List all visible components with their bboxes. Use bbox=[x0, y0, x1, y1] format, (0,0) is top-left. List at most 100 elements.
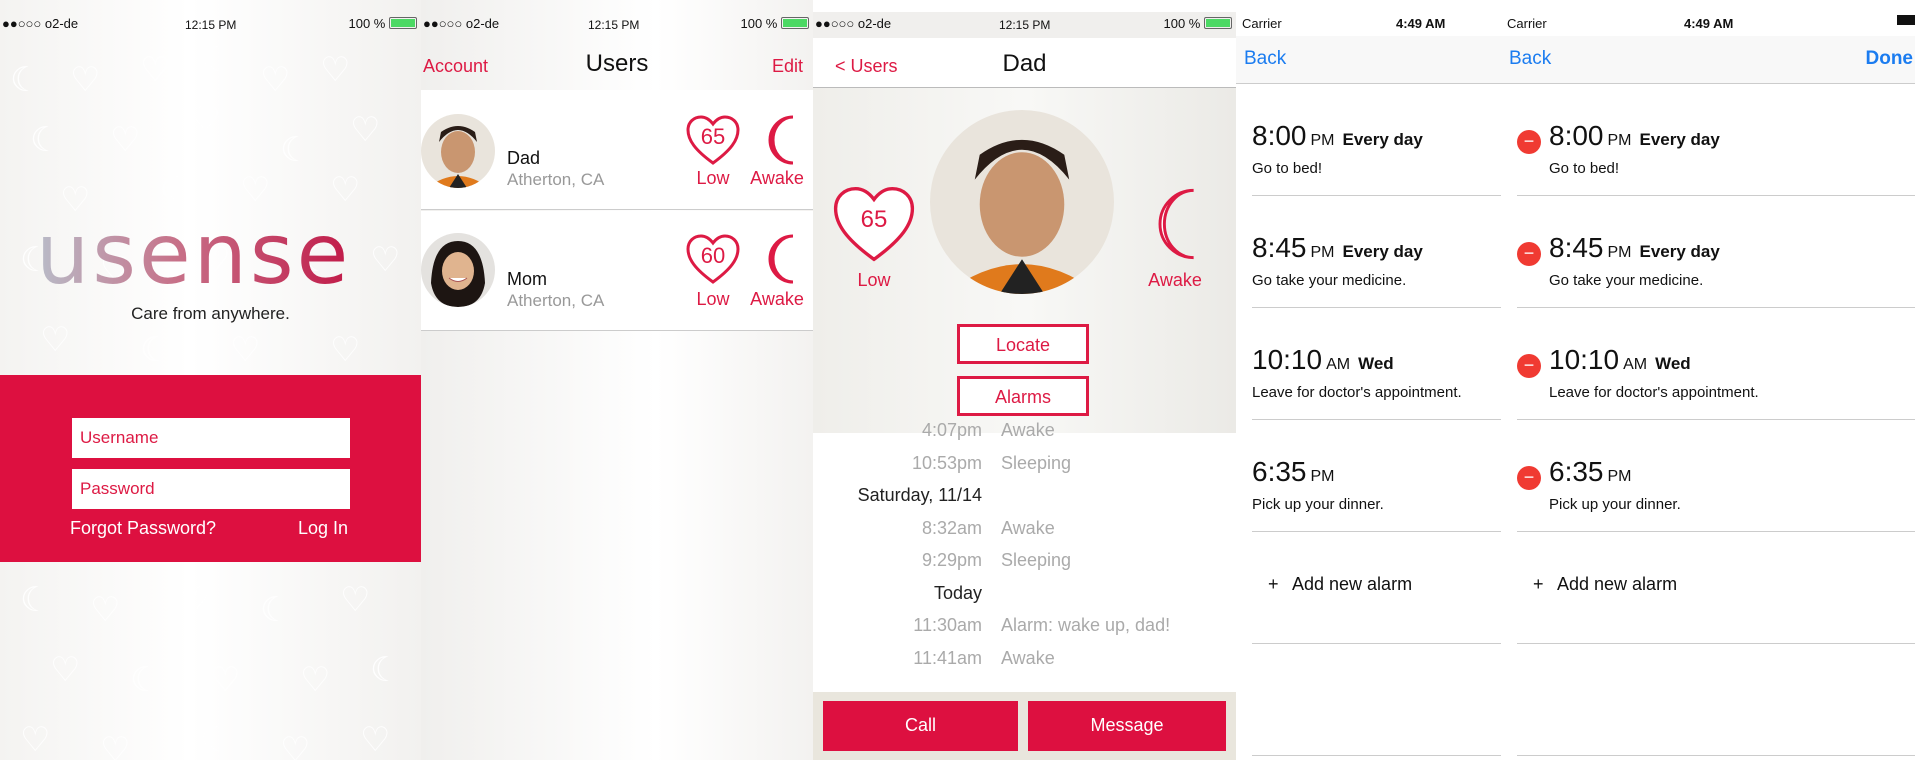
alarm-repeat: Wed bbox=[1655, 354, 1691, 373]
alarm-row[interactable]: −10:10 AM Wed Leave for doctor's appointmen… bbox=[1517, 308, 1915, 420]
history-time: 8:32am bbox=[921, 517, 982, 538]
moon-pattern-icon: ☾ bbox=[200, 41, 231, 79]
history-time: 9:29pm bbox=[921, 550, 982, 570]
heart-pattern-icon: ♡ bbox=[40, 321, 71, 359]
heart-pattern-icon: ♡ bbox=[190, 101, 221, 139]
moon-pattern-icon: ☾ bbox=[130, 661, 161, 699]
heart-pattern-icon: ♡ bbox=[320, 51, 351, 89]
locate-button[interactable]: Locate bbox=[957, 324, 1089, 364]
delete-alarm-icon[interactable]: − bbox=[1517, 130, 1541, 154]
alarm-ampm: PM bbox=[1310, 132, 1335, 149]
back-button[interactable]: Back bbox=[1244, 48, 1286, 70]
alarm-row[interactable]: −8:45 PM Every day Go take your medicine. bbox=[1517, 196, 1915, 308]
heart-pattern-icon: ♡ bbox=[280, 731, 311, 760]
alarm-ampm: AM bbox=[1326, 356, 1351, 373]
page-title: Users bbox=[585, 50, 649, 77]
users-screen: ●●○○○ o2-de 12:15 PM 100 % Account Users… bbox=[421, 0, 813, 760]
heart-rate-value: 60 bbox=[700, 243, 726, 268]
message-button[interactable]: Message bbox=[1028, 701, 1226, 751]
battery-icon bbox=[389, 17, 417, 29]
user-row-dad[interactable]: Dad Atherton, CA 65 Low Awake bbox=[421, 90, 813, 210]
alarm-repeat: Every day bbox=[1342, 242, 1423, 261]
alarms-button[interactable]: Alarms bbox=[957, 376, 1089, 416]
user-detail-screen: ●●○○○ o2-de 12:15 PM 100 % < Users Dad 6… bbox=[813, 0, 1236, 760]
moon-pattern-icon: ☾ bbox=[140, 331, 171, 369]
delete-alarm-icon[interactable]: − bbox=[1517, 354, 1541, 378]
heart-pattern-icon: ♡ bbox=[300, 661, 331, 699]
moon-pattern-icon: ☾ bbox=[10, 61, 41, 99]
alarm-time: 6:35 bbox=[1252, 456, 1307, 487]
state-label: Awake bbox=[750, 289, 804, 309]
alarm-ampm: PM bbox=[1607, 468, 1632, 485]
history-time: 11:41am bbox=[913, 647, 982, 668]
alarm-row[interactable]: 8:00 PM Every day Go to bed! bbox=[1252, 84, 1501, 196]
alarm-repeat: Every day bbox=[1639, 242, 1720, 261]
heart-pattern-icon: ♡ bbox=[110, 121, 141, 159]
add-alarm-row[interactable]: + Add new alarm bbox=[1252, 532, 1501, 644]
moon-icon bbox=[757, 114, 809, 171]
edit-button[interactable]: Edit bbox=[772, 56, 803, 77]
heart-pattern-icon: ♡ bbox=[70, 61, 101, 99]
login-screen: ☾♡♡☾♡♡☾♡♡☾♡♡☾♡♡☾♡♡☾♡♡☾♡♡☾♡♡☾♡♡☾♡♡☾♡♡☾♡♡ … bbox=[0, 0, 421, 760]
heart-rate-label: Low bbox=[857, 270, 891, 290]
heart-icon: 65 bbox=[831, 184, 917, 269]
alarm-time-line: 10:10 AM Wed bbox=[1549, 344, 1691, 376]
heart-rate-value: 65 bbox=[860, 206, 888, 233]
moon-icon bbox=[757, 233, 809, 290]
status-time: 12:15 PM bbox=[999, 18, 1051, 32]
moon-pattern-icon: ☾ bbox=[260, 591, 291, 629]
history-time: 11:30am bbox=[913, 615, 982, 635]
delete-alarm-icon[interactable]: − bbox=[1517, 466, 1541, 490]
alarm-label: Go take your medicine. bbox=[1252, 272, 1407, 289]
alarm-ampm: PM bbox=[1607, 132, 1632, 149]
add-new-alarm-label: Add new alarm bbox=[1292, 574, 1413, 594]
alarm-row[interactable]: 8:45 PM Every day Go take your medicine. bbox=[1252, 196, 1501, 308]
alarms-edit-screen: Carrier 4:49 AM Back Done −8:00 PM Every d… bbox=[1501, 0, 1915, 760]
plus-icon: + bbox=[1268, 574, 1279, 594]
add-alarm-row[interactable]: + Add new alarm bbox=[1517, 532, 1915, 644]
heart-pattern-icon: ♡ bbox=[340, 581, 371, 619]
user-location: Atherton, CA bbox=[507, 291, 605, 310]
history-time: 10:53pm bbox=[911, 452, 982, 473]
heart-pattern-icon: ♡ bbox=[330, 331, 361, 369]
alarm-ampm: PM bbox=[1310, 468, 1335, 485]
carrier-label: Carrier bbox=[1507, 16, 1547, 31]
heart-pattern-icon: ♡ bbox=[230, 331, 261, 369]
battery-icon bbox=[1204, 17, 1232, 29]
history-day: Saturday, 11/14 bbox=[857, 485, 982, 505]
heart-icon: 65 bbox=[685, 114, 741, 166]
nav-bar: Back bbox=[1236, 36, 1501, 84]
heart-pattern-icon: ♡ bbox=[240, 171, 271, 209]
alarm-time-line: 6:35 PM bbox=[1252, 456, 1343, 488]
delete-alarm-icon[interactable]: − bbox=[1517, 242, 1541, 266]
forgot-password-link[interactable]: Forgot Password? bbox=[70, 518, 216, 539]
alarm-row[interactable]: −8:00 PM Every day Go to bed! bbox=[1517, 84, 1915, 196]
moon-pattern-icon: ☾ bbox=[370, 651, 401, 689]
alarm-row[interactable]: −6:35 PM Pick up your dinner. bbox=[1517, 420, 1915, 532]
history-event: Awake bbox=[1001, 420, 1055, 440]
heart-pattern-icon: ♡ bbox=[330, 171, 361, 209]
call-button[interactable]: Call bbox=[823, 701, 1018, 751]
alarm-time: 6:35 bbox=[1549, 456, 1604, 487]
battery-percent: 100 % bbox=[740, 16, 778, 31]
login-button[interactable]: Log In bbox=[298, 518, 348, 539]
heart-pattern-icon: ♡ bbox=[50, 651, 81, 689]
history-time: 4:07pm bbox=[921, 420, 982, 440]
alarm-time: 8:45 bbox=[1549, 232, 1604, 263]
alarms-screen: Carrier 4:49 AM Back 8:00 PM Every day Go t… bbox=[1236, 0, 1501, 760]
done-button[interactable]: Done bbox=[1866, 48, 1914, 70]
history-event: Sleeping bbox=[1001, 452, 1072, 473]
alarm-repeat: Wed bbox=[1358, 354, 1394, 373]
history-event: Alarm: wake up, dad! bbox=[1001, 615, 1171, 635]
profile-avatar bbox=[930, 110, 1114, 294]
alarm-row[interactable]: 6:35 PM Pick up your dinner. bbox=[1252, 420, 1501, 532]
password-field[interactable]: Password bbox=[72, 469, 350, 509]
username-field[interactable]: Username bbox=[72, 418, 350, 458]
alarm-row[interactable]: 10:10 AM Wed Leave for doctor's appointment… bbox=[1252, 308, 1501, 420]
moon-pattern-icon: ☾ bbox=[280, 131, 311, 169]
user-row-mom[interactable]: Mom Atherton, CA 60 Low Awake bbox=[421, 211, 813, 331]
alarm-label: Pick up your dinner. bbox=[1252, 496, 1384, 513]
heart-pattern-icon: ♡ bbox=[140, 51, 171, 89]
back-button[interactable]: Back bbox=[1509, 48, 1551, 70]
heart-rate-label: Low bbox=[696, 168, 730, 188]
